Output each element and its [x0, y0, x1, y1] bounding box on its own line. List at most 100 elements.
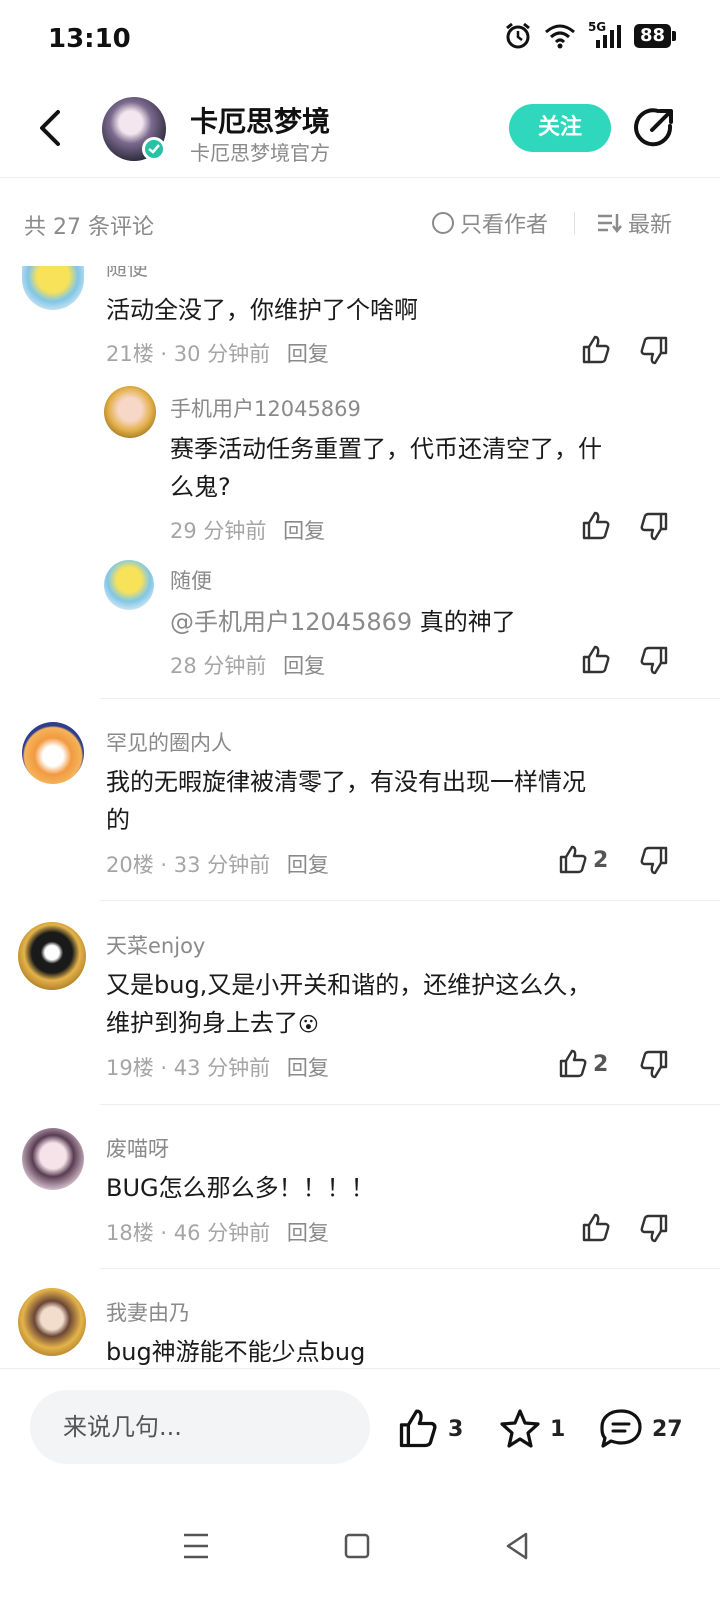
comment-filter-bar: 共 27 条评论 只看作者 最新 — [0, 178, 720, 266]
post-like-count: 3 — [448, 1416, 464, 1442]
thumbs-up-icon — [582, 335, 610, 364]
follow-button[interactable]: 关注 — [509, 104, 611, 152]
comment-text: BUG怎么那么多！！！！ — [106, 1174, 375, 1202]
status-icons: 5G 88 — [504, 20, 676, 50]
reply-meta: 29 分钟前 回复 — [170, 515, 325, 545]
comment-divider — [100, 698, 720, 699]
floor-number: 19楼 — [106, 1056, 154, 1080]
thumbs-up-icon — [559, 845, 587, 874]
battery-icon: 88 — [633, 24, 676, 48]
comment-time: 30 分钟前 — [173, 342, 271, 366]
reply-text: @手机用户12045869 真的神了 — [170, 608, 516, 636]
comment-meta: 18楼 · 46 分钟前 回复 — [106, 1221, 329, 1245]
comment-time: 33 分钟前 — [173, 853, 271, 877]
user-avatar[interactable] — [22, 1128, 84, 1190]
comment-bubble-icon — [600, 1409, 642, 1448]
reply-button[interactable]: 回复 — [287, 342, 329, 366]
like-count: 2 — [593, 847, 609, 873]
sort-label: 最新 — [628, 213, 673, 238]
thumbs-down-icon — [640, 646, 668, 675]
back-triangle-icon[interactable] — [496, 1524, 540, 1568]
floor-number: 20楼 — [106, 853, 154, 877]
menu-icon[interactable] — [174, 1524, 218, 1568]
status-bar: 13:10 5G 88 — [0, 0, 720, 80]
reply-username[interactable]: 手机用户12045869 — [170, 393, 361, 423]
username[interactable]: 废喵呀 — [106, 1133, 169, 1163]
share-icon[interactable] — [632, 106, 676, 150]
thumbs-down-icon — [640, 1050, 668, 1079]
reply-button[interactable]: 回复 — [287, 1221, 329, 1245]
radio-circle-icon — [432, 212, 454, 234]
system-nav-bar — [0, 1488, 720, 1604]
thumbs-up-icon — [582, 1213, 610, 1242]
reply-button[interactable]: 回复 — [283, 654, 325, 678]
alarm-icon — [506, 22, 530, 49]
thumbs-down-icon — [640, 1214, 668, 1243]
post-like-button[interactable]: 3 — [396, 1407, 463, 1451]
filter-divider — [574, 212, 575, 234]
like-button[interactable] — [580, 1212, 612, 1244]
reply-button[interactable]: 回复 — [287, 853, 329, 877]
like-button[interactable]: 2 — [557, 1048, 608, 1080]
sort-button[interactable]: 最新 — [596, 207, 672, 239]
reply-avatar[interactable] — [104, 560, 154, 610]
reply-time: 29 分钟前 — [170, 519, 267, 543]
mention-link[interactable]: @手机用户12045869 — [170, 608, 412, 636]
thumbs-down-icon — [640, 512, 668, 541]
author-subtitle: 卡厄思梦境官方 — [190, 141, 330, 165]
like-button[interactable]: 2 — [557, 844, 608, 876]
reply-meta: 28 分钟前 回复 — [170, 650, 325, 680]
user-avatar[interactable] — [18, 1288, 86, 1356]
favorite-button[interactable]: 1 — [498, 1407, 565, 1451]
dislike-button[interactable] — [638, 844, 670, 876]
dislike-button[interactable] — [638, 510, 670, 542]
comment-divider — [100, 900, 720, 901]
dislike-button[interactable] — [638, 334, 670, 366]
surprised-emoji-icon: 😮 — [298, 1012, 319, 1036]
comment-count: 27 — [652, 1416, 683, 1442]
comment-text: bug神游能不能少点bug — [106, 1338, 366, 1366]
username[interactable]: 罕见的圈内人 — [106, 727, 232, 757]
author-name[interactable]: 卡厄思梦境 — [190, 100, 330, 140]
comment-text: 活动全没了，你维护了个啥啊 — [106, 296, 418, 324]
like-count: 2 — [593, 1051, 609, 1077]
battery-level: 88 — [633, 24, 671, 48]
comments-button[interactable]: 27 — [598, 1407, 683, 1451]
dislike-button[interactable] — [638, 644, 670, 676]
dislike-button[interactable] — [638, 1212, 670, 1244]
like-button[interactable] — [580, 334, 612, 366]
username[interactable]: 我妻由乃 — [106, 1297, 190, 1327]
like-button[interactable] — [580, 644, 612, 676]
comment-text: 我的无暇旋律被清零了，有没有出现一样情况 的 — [106, 768, 586, 834]
status-time: 13:10 — [48, 24, 131, 54]
floor-number: 21楼 — [106, 342, 154, 366]
comment-divider — [100, 1104, 720, 1105]
back-button[interactable] — [30, 106, 74, 150]
signal-icon: 5G — [588, 20, 622, 50]
user-avatar[interactable] — [22, 266, 84, 310]
username[interactable]: 随便 — [106, 266, 148, 282]
user-avatar[interactable] — [18, 922, 86, 990]
comment-input-container[interactable] — [30, 1390, 370, 1464]
dislike-button[interactable] — [638, 1048, 670, 1080]
comment-count-label: 共 27 条评论 — [24, 215, 154, 240]
reply-button[interactable]: 回复 — [287, 1056, 329, 1080]
comment-divider — [100, 1268, 720, 1269]
favorite-count: 1 — [550, 1416, 566, 1442]
reply-username[interactable]: 随便 — [170, 565, 212, 595]
comment-meta: 20楼 · 33 分钟前 回复 — [106, 853, 329, 877]
like-button[interactable] — [580, 510, 612, 542]
thumbs-up-icon — [559, 1049, 587, 1078]
user-avatar[interactable] — [22, 722, 84, 784]
reply-button[interactable]: 回复 — [283, 519, 325, 543]
comment-input[interactable] — [30, 1390, 370, 1464]
comment-time: 43 分钟前 — [173, 1056, 271, 1080]
home-icon[interactable] — [335, 1524, 379, 1568]
comment-time: 46 分钟前 — [173, 1221, 271, 1245]
comment-meta: 21楼 · 30 分钟前 回复 — [106, 342, 329, 366]
reply-avatar[interactable] — [104, 386, 156, 438]
comment-meta: 19楼 · 43 分钟前 回复 — [106, 1056, 329, 1080]
floor-number: 18楼 — [106, 1221, 154, 1245]
author-only-toggle[interactable]: 只看作者 — [432, 207, 548, 239]
username[interactable]: 天菜enjoy — [106, 930, 205, 960]
